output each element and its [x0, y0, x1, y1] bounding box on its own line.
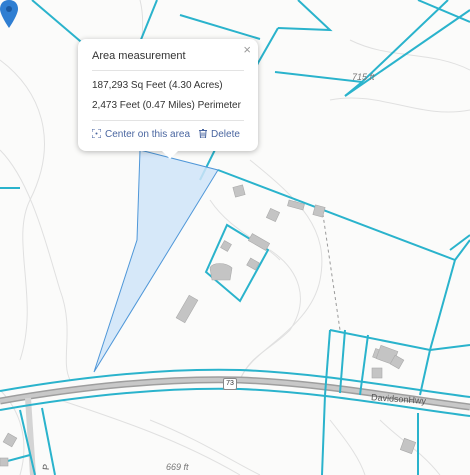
measured-area-polygon[interactable]: [93, 149, 219, 373]
delete-label: Delete: [211, 129, 240, 140]
side-road-label: P: [40, 463, 52, 471]
route-shield: 73: [223, 378, 237, 390]
popup-title: Area measurement: [92, 50, 186, 62]
area-value: 187,293 Sq Feet (4.30 Acres): [92, 80, 223, 91]
divider: [92, 70, 244, 71]
perimeter-value: 2,473 Feet (0.47 Miles) Perimeter: [92, 100, 241, 111]
center-on-area-label: Center on this area: [105, 129, 191, 140]
trash-icon: [199, 129, 207, 139]
location-marker-icon[interactable]: [0, 0, 18, 28]
close-icon[interactable]: ×: [243, 42, 251, 57]
contour-label: 715 ft: [352, 72, 375, 82]
contour-label: 669 ft: [166, 462, 189, 472]
delete-button[interactable]: Delete: [199, 129, 240, 140]
center-on-area-button[interactable]: Center on this area: [91, 128, 191, 140]
measurement-popup: Area measurement × 187,293 Sq Feet (4.30…: [78, 39, 258, 159]
divider: [92, 120, 244, 121]
buildings: [0, 184, 417, 467]
dashed-boundary: [321, 207, 341, 331]
center-crosshair-icon: [91, 128, 102, 139]
